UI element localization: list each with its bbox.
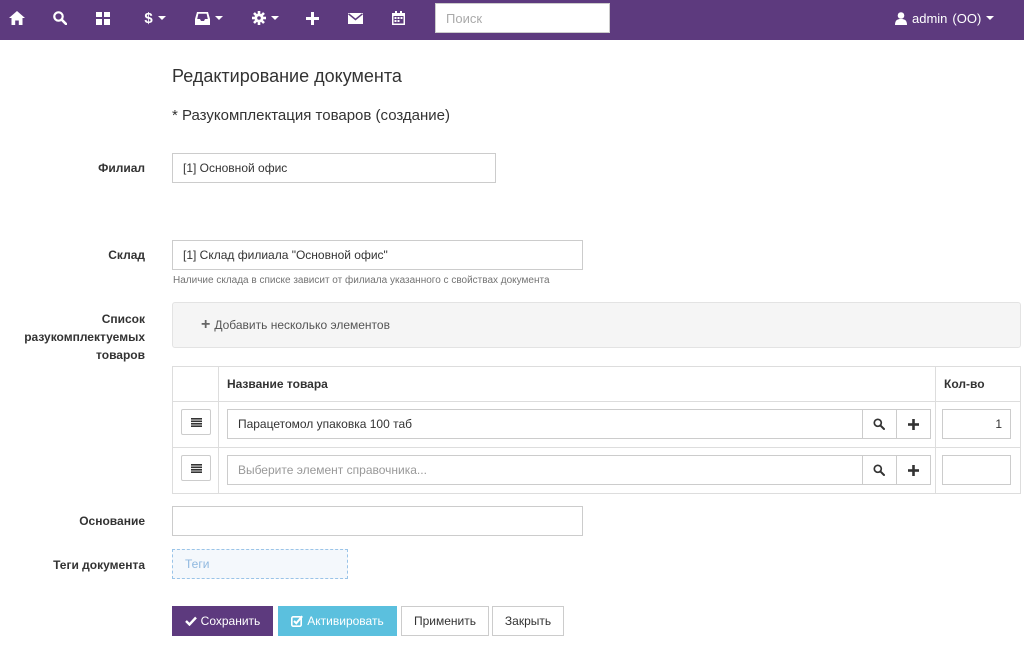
add-multiple-label: Добавить несколько элементов [214, 318, 390, 332]
table-header-row: Название товара Кол-во [172, 366, 1021, 402]
search-icon[interactable] [52, 0, 68, 36]
activate-button-label: Активировать [307, 614, 384, 628]
row-menu-button[interactable] [181, 409, 211, 435]
basis-field[interactable] [172, 506, 583, 536]
items-label: Список разукомплектуемых товаров [24, 312, 145, 362]
column-header-name: Название товара [217, 366, 937, 402]
add-multiple-button[interactable]: + Добавить несколько элементов [172, 302, 1021, 348]
product-search-button[interactable] [862, 455, 897, 485]
column-header-qty: Кол-во [935, 366, 1021, 402]
inbox-icon [195, 11, 210, 25]
dollar-icon: $ [144, 9, 153, 27]
plus-icon [907, 418, 919, 430]
basis-label: Основание [79, 514, 145, 528]
gear-icon [251, 11, 266, 25]
product-name-field[interactable]: Выберите элемент справочника... [226, 455, 863, 485]
user-name: admin [912, 10, 948, 26]
warehouse-label: Склад [108, 248, 145, 262]
plus-icon[interactable] [304, 0, 320, 36]
settings-menu[interactable] [249, 0, 281, 36]
dollar-menu[interactable]: $ [140, 0, 170, 36]
chevron-down-icon [986, 16, 995, 20]
page-title: Редактирование документа [172, 66, 402, 86]
check-square-icon [291, 615, 304, 627]
user-menu[interactable]: admin (ОО) [895, 0, 995, 36]
save-button-label: Сохранить [200, 614, 261, 628]
search-icon [873, 464, 886, 476]
apply-button[interactable]: Применить [401, 606, 489, 636]
document-subtitle: * Разукомплектация товаров (создание) [172, 107, 451, 124]
top-navbar: $ admin (ОО) [0, 0, 1024, 40]
items-table: Название товара Кол-во Парацетомол упако… [172, 366, 1021, 494]
user-icon [895, 11, 907, 25]
tags-input[interactable]: Теги [172, 549, 348, 579]
close-button[interactable]: Закрыть [492, 606, 564, 636]
product-add-button[interactable] [896, 455, 931, 485]
product-search-button[interactable] [862, 409, 897, 439]
home-icon[interactable] [8, 0, 26, 36]
row-menu-button[interactable] [181, 455, 211, 481]
warehouse-field[interactable]: [1] Склад филиала "Основной офис" [172, 240, 583, 270]
inbox-menu[interactable] [193, 0, 225, 36]
check-icon [184, 616, 197, 626]
calendar-icon[interactable] [390, 0, 406, 36]
branch-field[interactable]: [1] Основной офис [172, 153, 496, 183]
chevron-down-icon [215, 16, 223, 20]
branch-label: Филиал [98, 161, 145, 175]
dashboard-icon[interactable] [95, 0, 111, 36]
chevron-down-icon [270, 16, 279, 20]
quantity-input[interactable] [942, 455, 1012, 485]
plus-icon [907, 464, 919, 476]
search-icon [873, 418, 886, 430]
table-row: Парацетомол упаковка 100 таб 1 [172, 401, 1021, 448]
list-icon [190, 417, 202, 427]
user-org: (ОО) [952, 10, 982, 26]
list-icon [190, 463, 202, 473]
quantity-input[interactable]: 1 [942, 409, 1012, 439]
warehouse-help-text: Наличие склада в списке зависит от филиа… [173, 275, 550, 286]
save-button[interactable]: Сохранить [172, 606, 273, 636]
chevron-down-icon [157, 16, 166, 20]
search-input[interactable] [435, 3, 610, 33]
plus-icon: + [201, 316, 211, 333]
tags-label: Теги документа [53, 558, 145, 572]
column-header-handle [172, 366, 219, 402]
activate-button[interactable]: Активировать [278, 606, 397, 636]
product-name-field[interactable]: Парацетомол упаковка 100 таб [226, 409, 863, 439]
product-add-button[interactable] [896, 409, 931, 439]
table-row: Выберите элемент справочника... [172, 447, 1021, 494]
envelope-icon[interactable] [346, 0, 364, 36]
